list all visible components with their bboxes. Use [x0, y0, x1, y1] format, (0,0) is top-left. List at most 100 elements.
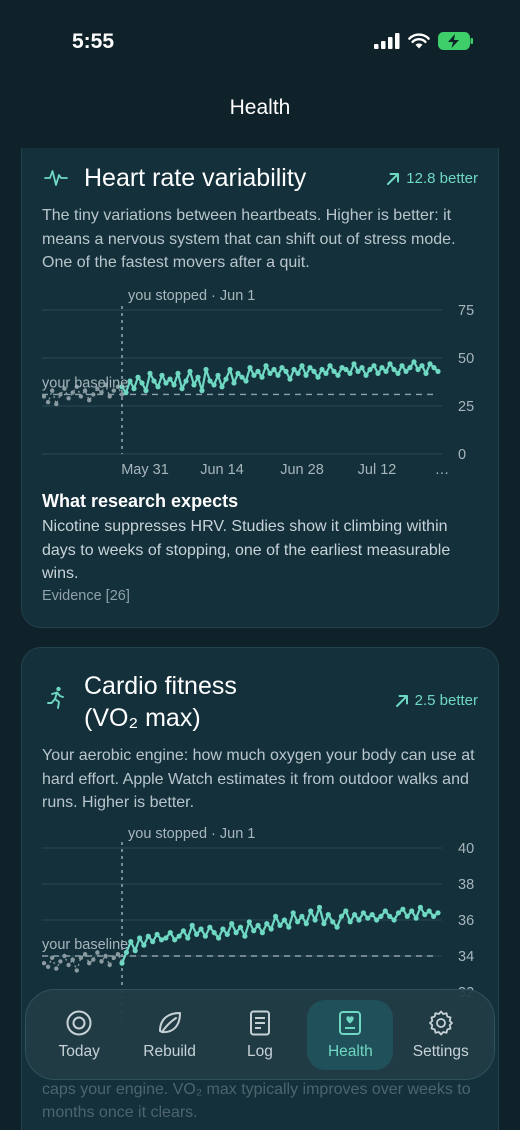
- tab-label: Settings: [412, 1042, 469, 1060]
- post-quit-point: [227, 366, 233, 373]
- post-quit-point: [191, 382, 197, 388]
- post-quit-point: [323, 370, 329, 376]
- post-quit-point: [202, 933, 208, 939]
- post-quit-point: [229, 921, 235, 927]
- post-quit-point: [211, 382, 217, 388]
- post-quit-point: [167, 376, 173, 382]
- post-quit-point: [371, 363, 377, 369]
- post-quit-point: [374, 917, 380, 923]
- post-quit-point: [378, 913, 384, 919]
- post-quit-point: [330, 919, 336, 925]
- post-quit-point: [128, 939, 134, 945]
- post-quit-point: [273, 913, 279, 919]
- pre-quit-point: [70, 957, 75, 962]
- post-quit-point: [291, 366, 297, 373]
- post-quit-point: [231, 380, 237, 386]
- post-quit-point: [286, 924, 292, 930]
- pre-quit-point: [99, 959, 104, 964]
- quit-annotation: you stopped · Jun 1: [128, 288, 255, 304]
- post-quit-point: [151, 378, 157, 384]
- post-quit-point: [263, 363, 269, 369]
- post-quit-point: [400, 906, 406, 912]
- pre-quit-point: [91, 392, 96, 397]
- post-quit-point: [431, 913, 437, 919]
- post-quit-point: [426, 908, 432, 914]
- vo2-delta-badge: 2.5 better: [395, 692, 478, 709]
- tab-log[interactable]: Log: [217, 1000, 303, 1070]
- tab-label: Log: [247, 1042, 273, 1060]
- y-tick-label: 36: [458, 913, 474, 929]
- post-quit-point: [403, 368, 409, 374]
- pre-quit-point: [103, 953, 108, 959]
- tab-today[interactable]: Today: [36, 1000, 122, 1070]
- tab-rebuild[interactable]: Rebuild: [127, 1000, 213, 1070]
- post-quit-point: [259, 930, 265, 936]
- post-quit-point: [382, 908, 388, 914]
- post-quit-point: [415, 366, 421, 373]
- y-tick-label: 25: [458, 399, 474, 415]
- x-tick-label: …: [435, 462, 450, 478]
- post-quit-point: [131, 386, 137, 392]
- post-quit-point: [343, 366, 349, 373]
- post-quit-point: [299, 913, 305, 919]
- post-quit-point: [171, 382, 177, 388]
- post-quit-point: [355, 368, 361, 374]
- hrv-card[interactable]: Heart rate variability 12.8 better The t…: [21, 148, 499, 628]
- x-tick-label: May 31: [121, 462, 169, 478]
- tab-settings[interactable]: Settings: [398, 1000, 484, 1070]
- pre-quit-point: [74, 968, 79, 973]
- post-quit-point: [216, 935, 222, 941]
- post-quit-point: [283, 368, 289, 374]
- post-quit-point: [303, 921, 309, 927]
- evidence-link[interactable]: Evidence [26]: [42, 588, 130, 604]
- vo2-card-header: Cardio fitness (VO₂ max) 2.5 better: [42, 670, 478, 734]
- post-quit-point: [224, 931, 230, 937]
- x-tick-label: Jul 12: [358, 462, 397, 478]
- post-quit-point: [387, 913, 393, 919]
- post-quit-point: [411, 359, 417, 365]
- hrv-chart[interactable]: you stopped · Jun 1 your baseline 75 50 25…: [42, 284, 482, 484]
- y-tick-label: 50: [458, 351, 474, 367]
- document-icon: [249, 1010, 270, 1035]
- y-tick-label: 38: [458, 877, 474, 893]
- tab-health[interactable]: Health: [307, 999, 394, 1070]
- post-quit-point: [395, 910, 402, 916]
- y-tick-label: 75: [458, 303, 474, 319]
- pre-quit-point: [107, 394, 112, 399]
- post-quit-point: [243, 378, 249, 384]
- post-quit-point: [247, 365, 253, 371]
- post-quit-point: [334, 924, 340, 930]
- pre-quit-point: [111, 955, 117, 960]
- post-quit-point: [435, 368, 441, 374]
- post-quit-point: [359, 365, 365, 371]
- pre-quit-point: [78, 955, 84, 960]
- post-quit-point: [155, 384, 161, 390]
- post-quit-point: [255, 922, 261, 928]
- heartbeat-icon: [42, 164, 70, 192]
- post-quit-point: [223, 376, 229, 382]
- status-time: 5:55: [72, 30, 115, 53]
- post-quit-point: [175, 370, 181, 376]
- post-quit-point: [143, 388, 149, 394]
- post-quit-point: [413, 915, 419, 921]
- pre-quit-point: [78, 394, 84, 399]
- vo2-title-sub: (VO₂ max): [84, 704, 201, 732]
- y-tick-label: 34: [458, 949, 474, 965]
- post-quit-point: [391, 366, 397, 373]
- post-quit-point: [242, 933, 248, 939]
- post-quit-point: [419, 363, 425, 369]
- arrow-up-right-icon: [395, 694, 408, 707]
- post-quit-point: [187, 368, 193, 374]
- pre-quit-point: [45, 400, 51, 405]
- post-quit-point: [363, 372, 369, 378]
- post-quit-point: [311, 368, 317, 374]
- post-quit-point: [367, 366, 373, 373]
- post-quit-point: [303, 372, 309, 378]
- post-quit-point: [279, 365, 285, 371]
- pre-quit-point: [66, 396, 71, 401]
- page-title: Health: [229, 96, 291, 119]
- pre-quit-point: [87, 398, 92, 403]
- post-quit-point: [308, 908, 314, 914]
- post-quit-point: [379, 365, 385, 371]
- pre-quit-point: [45, 964, 51, 969]
